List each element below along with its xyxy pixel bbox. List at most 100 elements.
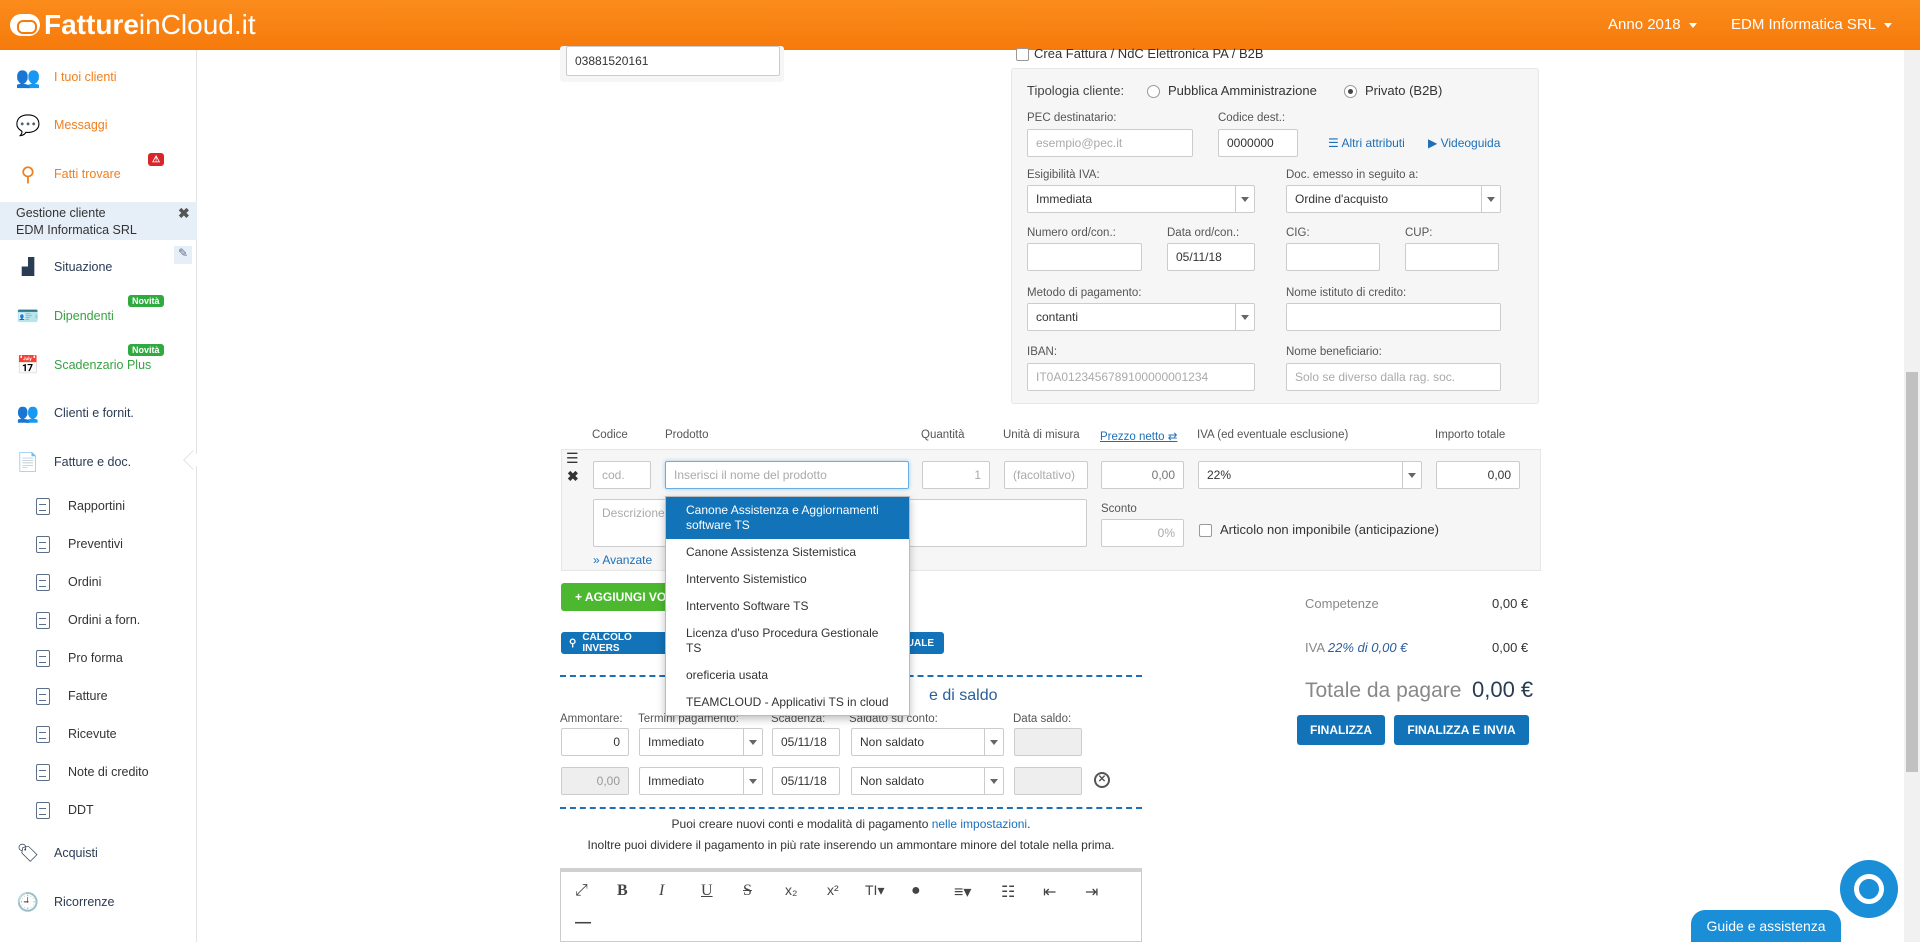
dropdown-item[interactable]: Licenza d'uso Procedura Gestionale TS	[666, 620, 909, 662]
termini-select-2[interactable]: Immediato	[639, 767, 763, 795]
color-drop-icon[interactable]: ●	[911, 882, 921, 900]
radio-b2b[interactable]: Privato (B2B)	[1344, 83, 1442, 99]
iva-select[interactable]: 22%	[1198, 461, 1422, 489]
videoguida-link[interactable]: ▶ Videoguida	[1428, 136, 1500, 150]
sidebar-subitem-ricevute[interactable]: Ricevute	[0, 715, 197, 753]
beneficiario-input[interactable]: Solo se diverso dalla rag. soc.	[1286, 363, 1501, 391]
radio-pa[interactable]: Pubblica Amministrazione	[1147, 83, 1317, 99]
finalizza-button[interactable]: FINALIZZA	[1297, 715, 1385, 745]
iban-input[interactable]: IT0A0123456789100000001234	[1027, 363, 1255, 391]
scadenza-input-2[interactable]: 05/11/18	[772, 767, 840, 795]
saldato-select-2[interactable]: Non saldato	[851, 767, 1004, 795]
drag-handle-icon[interactable]: ☰	[566, 450, 579, 467]
pec-input[interactable]: esempio@pec.it	[1027, 129, 1193, 157]
finalizza-invia-button[interactable]: FINALIZZA E INVIA	[1394, 715, 1529, 745]
doc-emesso-select[interactable]: Ordine d'acquisto	[1286, 185, 1501, 213]
non-imponibile-checkbox[interactable]: Articolo non imponibile (anticipazione)	[1199, 522, 1439, 538]
sidebar-item-clients[interactable]: 👥 I tuoi clienti	[0, 54, 197, 100]
year-selector[interactable]: Anno 2018	[1608, 16, 1697, 33]
header-prezzo[interactable]: Prezzo netto ⇄	[1100, 429, 1177, 443]
sidebar-subitem-ordini-forn[interactable]: Ordini a forn.	[0, 601, 197, 639]
sidebar-subitem-rapportini[interactable]: Rapportini	[0, 487, 197, 525]
data-saldo-input-2[interactable]	[1014, 767, 1082, 795]
file-icon	[36, 535, 50, 553]
sconto-input[interactable]: 0%	[1101, 519, 1184, 547]
strikethrough-icon[interactable]: S	[743, 882, 752, 900]
data-saldo-input-1[interactable]	[1014, 728, 1082, 756]
subscript-icon[interactable]: x₂	[785, 882, 797, 898]
prezzo-input[interactable]: 0,00	[1101, 461, 1184, 489]
guide-button[interactable]: Guide e assistenza	[1691, 910, 1841, 942]
saldato-select-1[interactable]: Non saldato	[851, 728, 1004, 756]
sidebar-item-dipendenti[interactable]: 🪪 Dipendenti Novità	[0, 293, 197, 339]
importo-input[interactable]: 0,00	[1436, 461, 1520, 489]
aggiungi-voce-button[interactable]: + AGGIUNGI VO	[561, 583, 671, 611]
codice-dest-input[interactable]: 0000000	[1218, 129, 1298, 157]
sidebar-subitem-ddt[interactable]: DDT	[0, 791, 197, 829]
numero-ord-input[interactable]	[1027, 243, 1142, 271]
sidebar-subitem-pro-forma[interactable]: Pro forma	[0, 639, 197, 677]
bold-icon[interactable]: B	[617, 882, 628, 900]
horizontal-rule-icon[interactable]: —	[575, 914, 591, 932]
sidebar-subitem-preventivi[interactable]: Preventivi	[0, 525, 197, 563]
calcolo-inverso-button[interactable]: ⚲ CALCOLO INVERS	[561, 632, 671, 654]
sidebar-subitem-note-credito[interactable]: Note di credito	[0, 753, 197, 791]
scrollbar-thumb[interactable]	[1906, 372, 1918, 772]
chat-support-button[interactable]	[1840, 860, 1898, 918]
altri-attributi-link[interactable]: ☰ Altri attributi	[1328, 136, 1405, 150]
indent-icon[interactable]: ⇥	[1085, 882, 1098, 902]
rich-text-editor[interactable]: ⤢ B I U S x₂ x² TI▾ ● ≡▾ ☷ ⇤ ⇥ —	[560, 868, 1142, 942]
esigibilita-select[interactable]: Immediata	[1027, 185, 1255, 213]
ammontare-input-2[interactable]: 0,00	[561, 767, 629, 795]
bullet-list-icon[interactable]: ☷	[1001, 882, 1015, 902]
outdent-icon[interactable]: ⇤	[1043, 882, 1056, 902]
codice-input[interactable]: cod.	[593, 461, 651, 489]
checkbox-icon	[1199, 524, 1212, 538]
data-ord-input[interactable]: 05/11/18	[1167, 243, 1255, 271]
italic-icon[interactable]: I	[659, 882, 664, 900]
app-logo[interactable]: Fatture inCloud.it	[10, 9, 256, 41]
remove-payment-icon[interactable]: ✕	[1094, 772, 1110, 788]
metodo-select[interactable]: contanti	[1027, 303, 1255, 331]
dropdown-item[interactable]: Canone Assistenza e Aggiornamenti softwa…	[666, 497, 909, 539]
underline-icon[interactable]: U	[701, 882, 713, 900]
einvoice-checkbox[interactable]: Crea Fattura / NdC Elettronica PA / B2B	[1016, 46, 1264, 62]
sidebar-item-scadenzario[interactable]: 📅 Scadenzario Plus Novità	[0, 342, 197, 388]
prodotto-input[interactable]: Inserisci il nome del prodotto	[665, 461, 909, 489]
sidebar-item-messages[interactable]: 💬 Messaggi	[0, 102, 197, 148]
scadenza-input-1[interactable]: 05/11/18	[772, 728, 840, 756]
sidebar-item-fatti-trovare[interactable]: ⚲ Fatti trovare ⚠	[0, 151, 197, 197]
dropdown-item[interactable]: oreficeria usata	[666, 662, 909, 689]
ammontare-input-1[interactable]: 0	[561, 728, 629, 756]
sidebar-item-ricorrenze[interactable]: 🕘 Ricorrenze	[0, 879, 197, 925]
sidebar-subitem-fatture[interactable]: Fatture	[0, 677, 197, 715]
align-icon[interactable]: ≡▾	[954, 882, 971, 902]
cig-input[interactable]	[1286, 243, 1380, 271]
sidebar-subitem-ordini[interactable]: Ordini	[0, 563, 197, 601]
cup-input[interactable]	[1405, 243, 1499, 271]
sidebar-item-fatture-doc[interactable]: 📄 Fatture e doc.	[0, 439, 203, 485]
superscript-icon[interactable]: x²	[827, 882, 839, 898]
termini-select-1[interactable]: Immediato	[639, 728, 763, 756]
quantita-input[interactable]: 1	[922, 461, 990, 489]
sidebar-item-situazione[interactable]: ▟ Situazione	[0, 244, 197, 290]
sidebar-item-clienti-fornitori[interactable]: 👥 Clienti e fornit.	[0, 390, 197, 436]
year-label: Anno 2018	[1608, 16, 1681, 33]
company-selector[interactable]: EDM Informatica SRL	[1731, 16, 1893, 33]
text-size-icon[interactable]: TI▾	[865, 882, 884, 899]
sidebar-item-acquisti[interactable]: 🏷 Acquisti	[0, 830, 197, 876]
sidebar-subitem-label: Note di credito	[68, 765, 149, 779]
dropdown-item[interactable]: Canone Assistenza Sistemistica	[666, 539, 909, 566]
dropdown-item[interactable]: Intervento Software TS	[666, 593, 909, 620]
page-scrollbar[interactable]	[1904, 50, 1920, 942]
dropdown-item[interactable]: TEAMCLOUD - Applicativi TS in cloud	[666, 689, 909, 716]
avanzate-link[interactable]: » Avanzate	[593, 553, 652, 567]
piva-input[interactable]: 03881520161	[566, 46, 780, 76]
istituto-input[interactable]	[1286, 303, 1501, 331]
close-icon[interactable]: ✖	[178, 205, 190, 222]
delete-row-icon[interactable]: ✖	[567, 468, 579, 485]
expand-icon[interactable]: ⤢	[575, 882, 588, 900]
dropdown-item[interactable]: Intervento Sistemistico	[666, 566, 909, 593]
unita-input[interactable]: (facoltativo)	[1004, 461, 1088, 489]
impostazioni-link[interactable]: nelle impostazioni	[932, 817, 1027, 831]
